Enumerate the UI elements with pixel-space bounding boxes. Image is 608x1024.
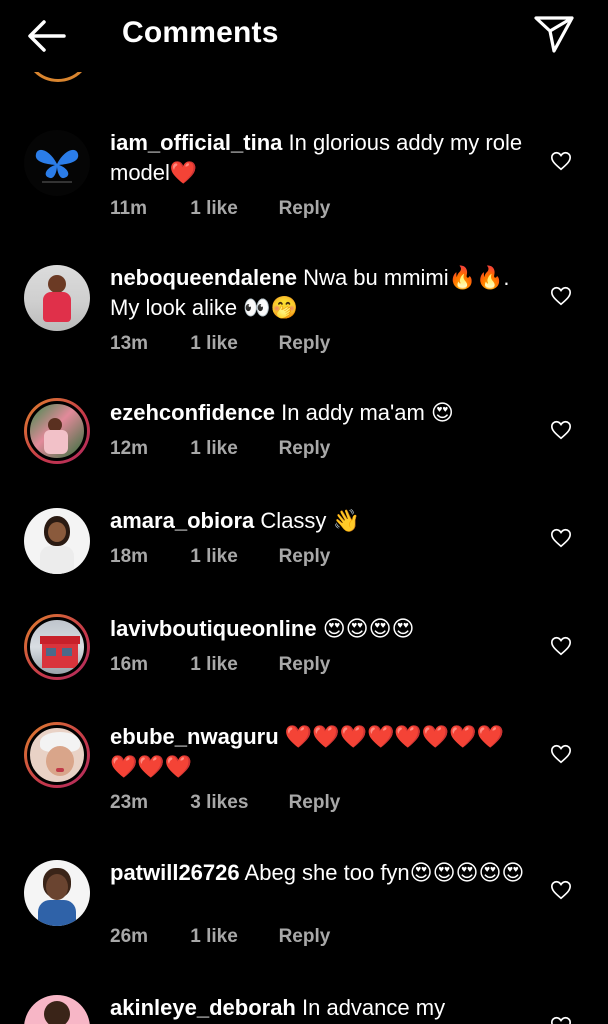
- reply-button[interactable]: Reply: [279, 198, 331, 220]
- heart-outline-icon: [551, 744, 571, 764]
- page-title: Comments: [122, 16, 279, 49]
- like-button[interactable]: [550, 527, 572, 549]
- comment-username[interactable]: iam_official_tina: [110, 130, 282, 155]
- comment-text: Abeg she too fyn😍😍😍😍😍: [244, 860, 525, 885]
- avatar[interactable]: [24, 722, 90, 788]
- avatar[interactable]: [24, 130, 90, 196]
- comment-time: 18m: [110, 546, 149, 567]
- comment-username[interactable]: neboqueendalene: [110, 265, 297, 290]
- reply-button[interactable]: Reply: [289, 792, 341, 814]
- comment-time: 12m: [110, 438, 149, 459]
- like-count[interactable]: 1 like: [190, 198, 273, 220]
- reply-button[interactable]: Reply: [279, 654, 331, 676]
- comment-username[interactable]: ezehconfidence: [110, 400, 275, 425]
- comment-username[interactable]: amara_obiora: [110, 508, 254, 533]
- comment-time: 13m: [110, 333, 149, 354]
- avatar[interactable]: [24, 995, 90, 1024]
- paper-plane-icon: [534, 16, 574, 53]
- avatar[interactable]: [24, 508, 90, 574]
- avatar[interactable]: [24, 860, 90, 926]
- comment-username[interactable]: lavivboutiqueonline: [110, 616, 317, 641]
- comments-screen: · Comments iam_official_tin: [0, 0, 608, 1024]
- share-button[interactable]: [532, 14, 576, 54]
- reply-button[interactable]: Reply: [279, 333, 331, 355]
- butterfly-icon: [35, 149, 79, 183]
- comment-username[interactable]: ebube_nwaguru: [110, 724, 279, 749]
- like-count[interactable]: 1 like: [190, 654, 273, 676]
- like-count[interactable]: 1 like: [190, 546, 273, 568]
- arrow-left-icon: [28, 20, 66, 52]
- comment-text: Classy 👋: [260, 508, 360, 533]
- reply-button[interactable]: Reply: [279, 926, 331, 948]
- avatar[interactable]: [24, 265, 90, 331]
- like-button[interactable]: [550, 743, 572, 765]
- comment-username[interactable]: akinleye_deborah: [110, 995, 296, 1020]
- comment-time: 26m: [110, 926, 149, 947]
- back-button[interactable]: [26, 18, 68, 54]
- like-button[interactable]: [550, 285, 572, 307]
- comment-time: 23m: [110, 792, 149, 813]
- like-count[interactable]: 1 like: [190, 333, 273, 355]
- comment-time: 11m: [110, 198, 147, 219]
- like-count[interactable]: 1 like: [190, 926, 273, 948]
- heart-outline-icon: [551, 1016, 571, 1024]
- avatar[interactable]: [24, 614, 90, 680]
- heart-outline-icon: [551, 286, 571, 306]
- like-button[interactable]: [550, 1015, 572, 1024]
- comment-username[interactable]: patwill26726: [110, 860, 240, 885]
- like-count[interactable]: 1 like: [190, 438, 273, 460]
- like-button[interactable]: [550, 150, 572, 172]
- like-button[interactable]: [550, 879, 572, 901]
- avatar[interactable]: [24, 398, 90, 464]
- comment-time: 16m: [110, 654, 149, 675]
- reply-button[interactable]: Reply: [279, 546, 331, 568]
- like-count[interactable]: 3 likes: [190, 792, 283, 814]
- reply-button[interactable]: Reply: [279, 438, 331, 460]
- heart-outline-icon: [551, 636, 571, 656]
- header-bar: Comments: [0, 0, 608, 72]
- like-button[interactable]: [550, 419, 572, 441]
- heart-outline-icon: [551, 880, 571, 900]
- heart-outline-icon: [551, 528, 571, 548]
- heart-outline-icon: [551, 420, 571, 440]
- like-button[interactable]: [550, 635, 572, 657]
- comment-text: 😍😍😍😍: [322, 616, 415, 641]
- heart-outline-icon: [551, 151, 571, 171]
- comment-text: In advance my: [302, 995, 446, 1020]
- comment-text: In addy ma'am 😍: [281, 400, 454, 425]
